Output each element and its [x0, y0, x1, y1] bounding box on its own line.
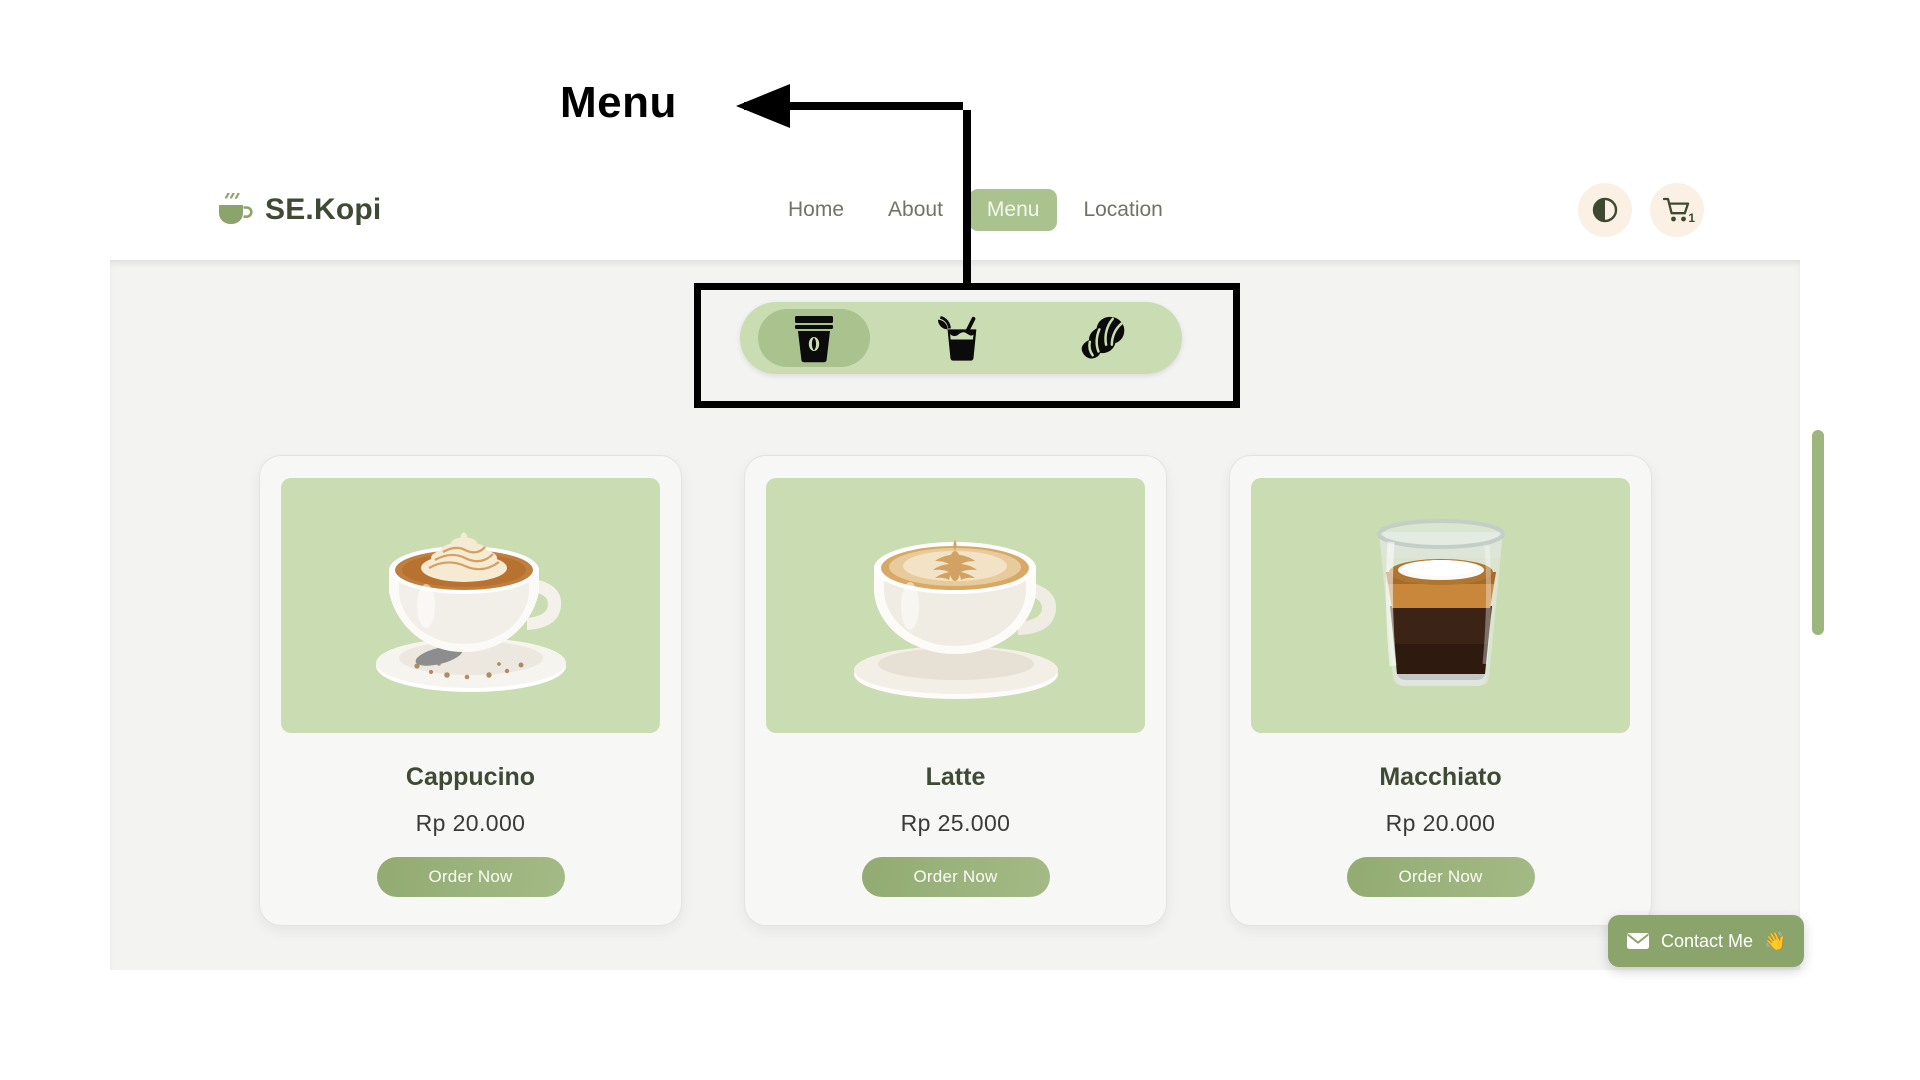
envelope-icon [1626, 932, 1650, 950]
category-tab-pastries[interactable] [1052, 309, 1164, 367]
product-card[interactable]: Macchiato Rp 20.000 Order Now [1229, 455, 1652, 926]
waving-hand-icon: 👋 [1764, 930, 1787, 951]
browser-page: SE.Kopi Home About Menu Location 1 Cappu… [0, 0, 1920, 1080]
contact-me-button[interactable]: Contact Me 👋 [1608, 915, 1805, 967]
brand-logo[interactable]: SE.Kopi [214, 192, 382, 227]
product-name: Macchiato [1379, 763, 1502, 791]
theme-toggle-button[interactable] [1578, 183, 1632, 237]
category-switcher [740, 302, 1182, 374]
shopping-cart-icon [1663, 197, 1691, 223]
product-name: Latte [925, 763, 986, 791]
order-now-button[interactable]: Order Now [1346, 857, 1535, 897]
coffee-cup-icon [214, 192, 254, 227]
product-card[interactable]: Latte Rp 25.000 Order Now [744, 455, 1167, 926]
croissant-icon [1081, 315, 1135, 361]
main-navigation: Home About Menu Location [770, 189, 1181, 231]
contrast-circle-icon [1592, 197, 1618, 223]
order-now-button[interactable]: Order Now [861, 857, 1050, 897]
header-actions: 1 [1578, 183, 1704, 237]
takeaway-coffee-cup-icon [792, 313, 836, 363]
nav-item-menu[interactable]: Menu [968, 189, 1058, 231]
product-image-macchiato [1251, 478, 1630, 733]
product-image-latte [766, 478, 1145, 733]
site-header: SE.Kopi Home About Menu Location 1 [0, 160, 1920, 260]
product-name: Cappucino [405, 763, 536, 791]
annotation-label: Menu [560, 78, 677, 127]
category-tab-cold-drinks[interactable] [905, 309, 1017, 367]
product-price: Rp 20.000 [1385, 810, 1496, 836]
nav-item-about[interactable]: About [870, 189, 961, 231]
cold-drink-glass-icon [936, 314, 986, 362]
brand-name: SE.Kopi [265, 193, 382, 226]
product-card[interactable]: Cappucino Rp 20.000 Order Now [259, 455, 682, 926]
nav-item-home[interactable]: Home [770, 189, 862, 231]
cart-button[interactable]: 1 [1650, 183, 1704, 237]
product-price: Rp 20.000 [415, 810, 526, 836]
product-grid: Cappucino Rp 20.000 Order Now Latte Rp 2… [259, 455, 1653, 926]
cart-count-badge: 1 [1688, 211, 1695, 225]
category-tab-coffee[interactable] [757, 309, 870, 367]
contact-me-label: Contact Me [1661, 930, 1754, 951]
product-image-cappuccino [281, 478, 660, 733]
page-scrollbar-thumb[interactable] [1812, 430, 1824, 635]
page-scrollbar[interactable] [1808, 262, 1828, 968]
order-now-button[interactable]: Order Now [376, 857, 565, 897]
nav-item-location[interactable]: Location [1065, 189, 1180, 231]
product-price: Rp 25.000 [900, 810, 1011, 836]
